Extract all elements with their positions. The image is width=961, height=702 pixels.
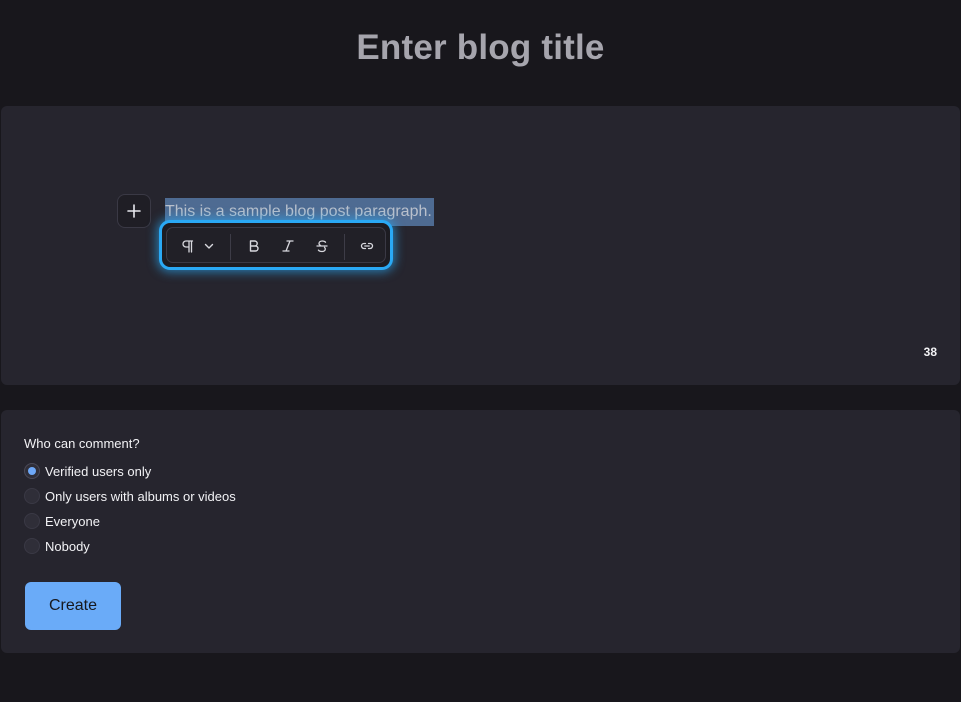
strikethrough-button[interactable] — [312, 236, 332, 256]
radio-dot — [28, 467, 36, 475]
radio-label: Verified users only — [45, 463, 152, 479]
radio-button[interactable] — [24, 488, 40, 504]
formatting-toolbar — [159, 220, 393, 270]
radio-button[interactable] — [24, 513, 40, 529]
radio-label: Nobody — [45, 538, 90, 554]
comment-permission-label: Who can comment? — [24, 436, 140, 451]
bold-button[interactable] — [244, 236, 264, 256]
toolbar-divider — [230, 234, 231, 260]
radio-label: Everyone — [45, 513, 100, 529]
radio-button[interactable] — [24, 538, 40, 554]
bold-icon — [249, 240, 259, 252]
italic-icon — [282, 240, 294, 252]
link-icon — [360, 242, 374, 250]
character-count: 38 — [923, 345, 937, 359]
toolbar-inner — [166, 227, 386, 263]
toolbar-divider — [344, 234, 345, 260]
add-block-button[interactable] — [117, 194, 151, 228]
create-button[interactable]: Create — [25, 582, 121, 630]
radio-everyone[interactable]: Everyone — [24, 512, 100, 530]
comment-settings-panel — [1, 410, 960, 653]
plus-icon — [127, 204, 141, 218]
radio-users-with-albums[interactable]: Only users with albums or videos — [24, 487, 236, 505]
block-type-dropdown-button[interactable] — [199, 236, 219, 256]
strikethrough-icon — [316, 240, 328, 253]
link-button[interactable] — [357, 236, 377, 256]
radio-button-checked[interactable] — [24, 463, 40, 479]
editor-panel — [1, 106, 960, 385]
italic-button[interactable] — [278, 236, 298, 256]
pilcrow-icon — [182, 240, 194, 253]
radio-label: Only users with albums or videos — [45, 488, 236, 504]
blog-title-input[interactable]: Enter blog title — [0, 28, 961, 68]
radio-verified-users-only[interactable]: Verified users only — [24, 462, 151, 480]
radio-nobody[interactable]: Nobody — [24, 537, 90, 555]
chevron-down-icon — [204, 243, 214, 249]
block-type-button[interactable] — [177, 236, 197, 256]
